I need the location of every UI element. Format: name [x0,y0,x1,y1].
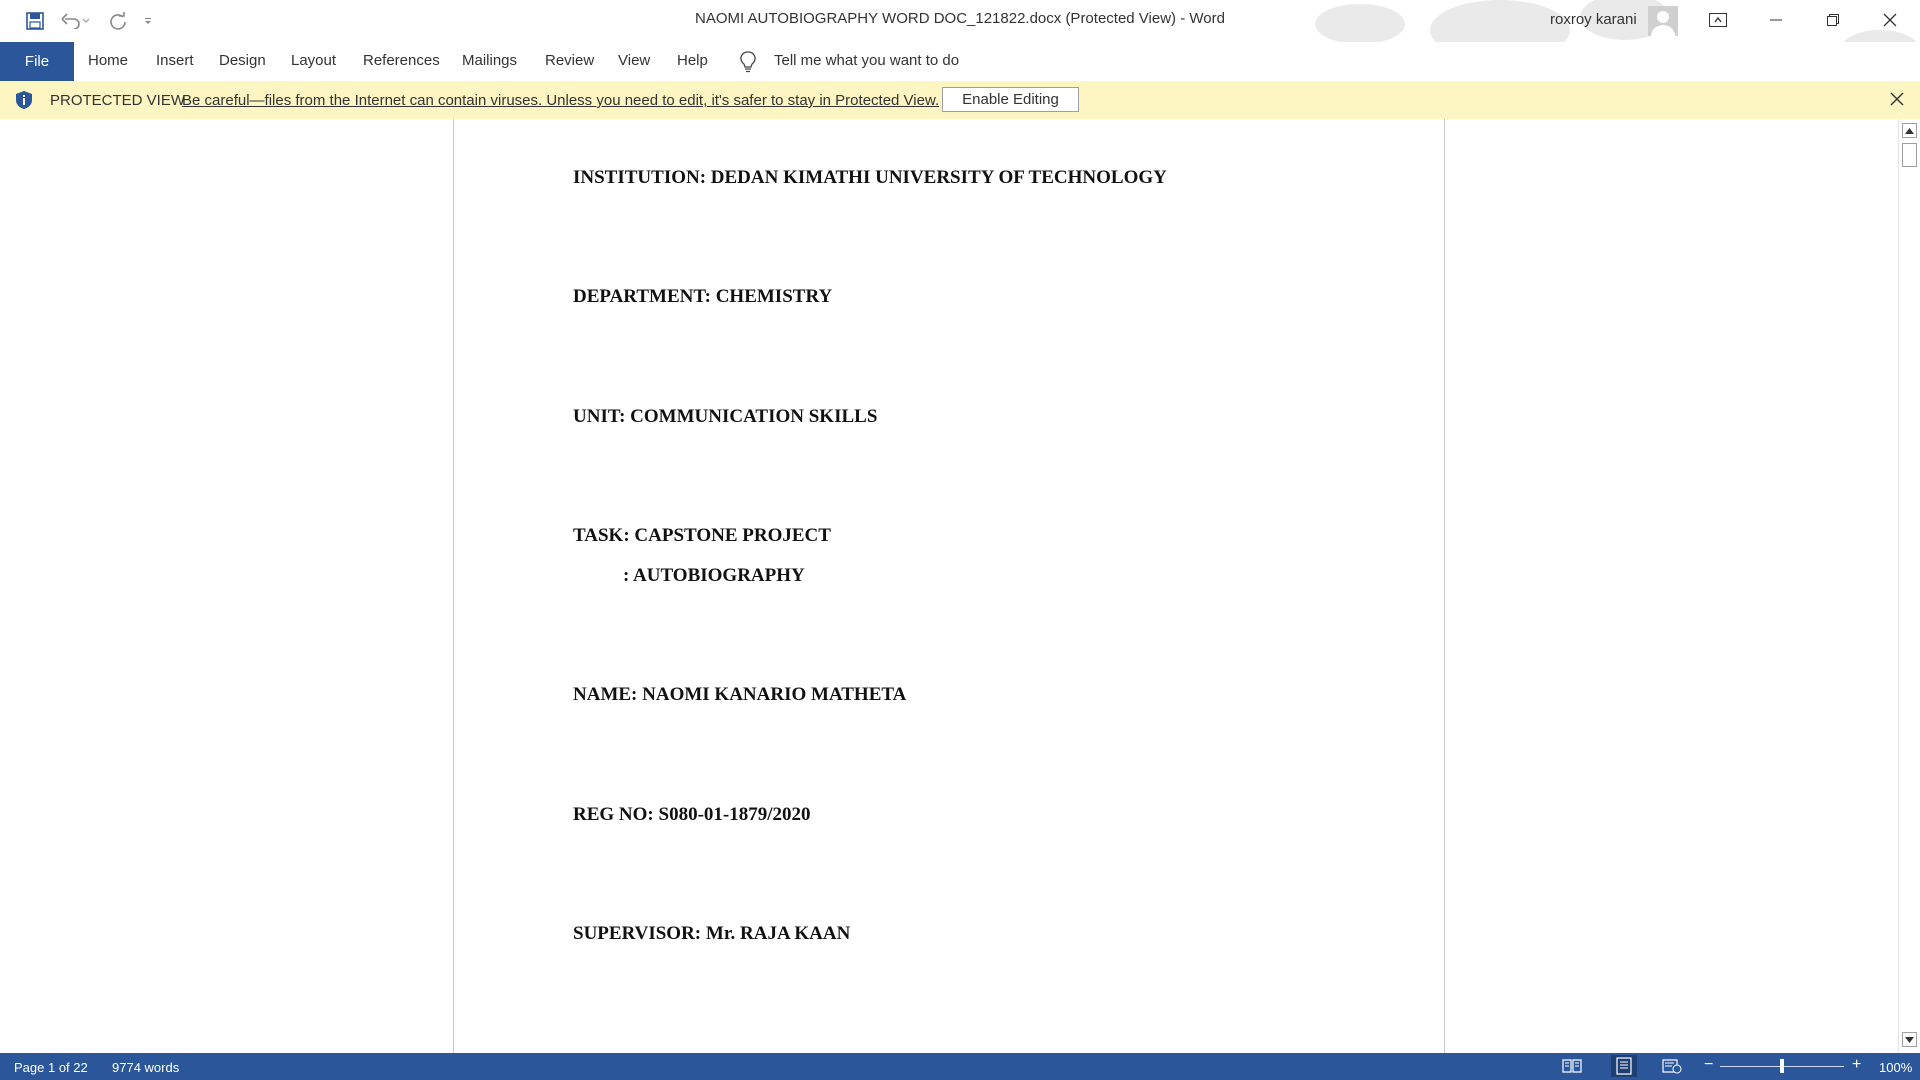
enable-editing-button[interactable]: Enable Editing [942,87,1079,112]
tab-layout[interactable]: Layout [291,52,336,69]
tab-help[interactable]: Help [677,52,708,69]
word-count[interactable]: 9774 words [112,1060,179,1075]
close-icon[interactable] [1862,0,1918,40]
scroll-thumb[interactable] [1902,143,1917,167]
vertical-scrollbar[interactable] [1898,119,1920,1053]
lightbulb-icon[interactable] [740,51,756,78]
print-layout-icon[interactable] [1611,1055,1637,1077]
zoom-in-button[interactable]: + [1852,1056,1861,1074]
tab-references[interactable]: References [363,52,440,69]
ribbon-tabs: File Home Insert Design Layout Reference… [0,42,1920,82]
scroll-up-icon[interactable] [1902,123,1917,138]
zoom-out-button[interactable]: − [1704,1056,1713,1074]
close-icon[interactable] [1890,92,1904,111]
doc-line-task-subtitle: : AUTOBIOGRAPHY [623,565,805,586]
document-page[interactable]: INSTITUTION: DEDAN KIMATHI UNIVERSITY OF… [453,119,1445,1053]
title-bar: NAOMI AUTOBIOGRAPHY WORD DOC_121822.docx… [0,0,1920,70]
page-count[interactable]: Page 1 of 22 [14,1060,88,1075]
doc-line-institution: INSTITUTION: DEDAN KIMATHI UNIVERSITY OF… [573,167,1167,188]
protected-view-bar: PROTECTED VIEW Be careful—files from the… [0,81,1920,120]
status-bar: Page 1 of 22 9774 words − + 100% [0,1053,1920,1080]
protected-view-label: PROTECTED VIEW [50,92,186,109]
ribbon-display-options-icon[interactable] [1690,0,1746,40]
doc-line-supervisor: SUPERVISOR: Mr. RAJA KAAN [573,923,851,944]
avatar[interactable] [1648,6,1678,36]
zoom-level[interactable]: 100% [1879,1060,1912,1075]
tab-view[interactable]: View [618,52,650,69]
minimize-icon[interactable] [1748,0,1804,40]
restore-icon[interactable] [1805,0,1861,40]
read-mode-icon[interactable] [1562,1058,1582,1074]
shield-info-icon [14,90,34,115]
doc-line-task: TASK: CAPSTONE PROJECT [573,525,831,546]
doc-line-name: NAME: NAOMI KANARIO MATHETA [573,684,907,705]
tab-design[interactable]: Design [219,52,266,69]
tab-review[interactable]: Review [545,52,594,69]
tab-insert[interactable]: Insert [156,52,194,69]
user-name[interactable]: roxroy karani [1550,11,1637,28]
protected-view-message-link[interactable]: Be careful—files from the Internet can c… [182,92,939,109]
tab-file[interactable]: File [0,42,74,81]
web-layout-icon[interactable] [1662,1058,1682,1074]
zoom-slider-thumb[interactable] [1780,1059,1784,1073]
doc-line-unit: UNIT: COMMUNICATION SKILLS [573,406,878,427]
tell-me-search[interactable]: Tell me what you want to do [774,52,959,69]
scroll-down-icon[interactable] [1902,1032,1917,1047]
doc-line-reg-no: REG NO: S080-01-1879/2020 [573,804,811,825]
document-canvas[interactable]: INSTITUTION: DEDAN KIMATHI UNIVERSITY OF… [0,119,1898,1053]
tab-mailings[interactable]: Mailings [462,52,517,69]
tab-home[interactable]: Home [88,52,128,69]
doc-line-department: DEPARTMENT: CHEMISTRY [573,286,833,307]
